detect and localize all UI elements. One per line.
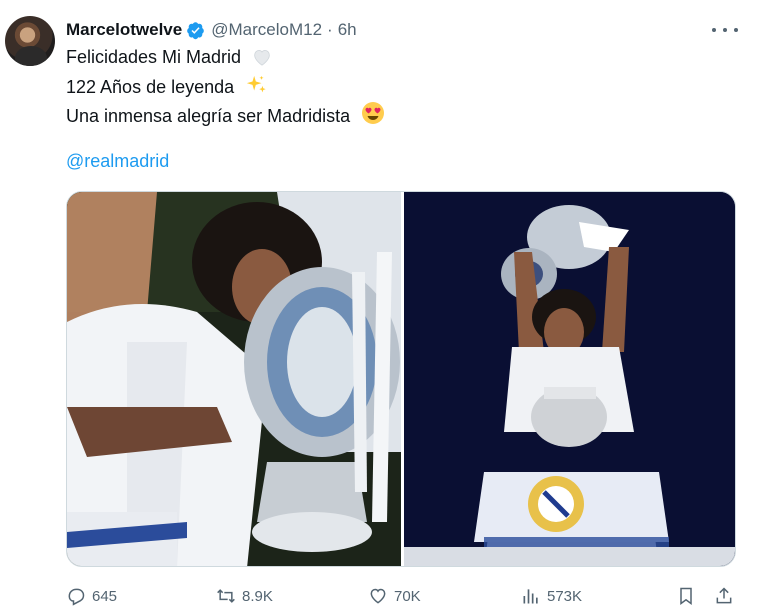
sparkles-icon <box>247 75 266 93</box>
like-count: 70K <box>394 587 421 605</box>
retweet-count: 8.9K <box>242 587 273 605</box>
tweet-header: Marcelotwelve @MarceloM12 · 6h <box>66 18 357 42</box>
bar-chart-icon <box>523 589 538 604</box>
tweet-text: 122 Años de leyenda <box>66 77 235 97</box>
views-count: 573K <box>547 587 583 605</box>
user-handle[interactable]: @MarceloM12 <box>211 20 322 40</box>
trophy-celebration-image <box>404 192 735 566</box>
tweet-text-line-2: 122 Años de leyenda <box>66 74 267 98</box>
trophy-kiss-photo[interactable] <box>67 192 401 566</box>
verified-badge-icon <box>187 21 205 39</box>
tweet-text-line-3: Una inmensa alegría ser Madridista <box>66 101 385 127</box>
display-name[interactable]: Marcelotwelve <box>66 20 182 40</box>
tweet[interactable]: Marcelotwelve @MarceloM12 · 6h Felicidad… <box>0 0 768 610</box>
tweet-text: Felicidades Mi Madrid <box>66 47 242 67</box>
separator-dot: · <box>327 20 333 39</box>
views-button[interactable]: 573K <box>521 586 582 606</box>
tweet-actions: 645 8.9K 70K 573K <box>66 586 738 610</box>
reply-icon <box>68 588 85 606</box>
bookmark-button[interactable] <box>676 586 702 606</box>
timestamp[interactable]: 6h <box>338 20 357 40</box>
reply-count: 645 <box>92 587 118 605</box>
bookmark-icon <box>680 587 692 605</box>
avatar[interactable] <box>5 16 55 66</box>
retweet-button[interactable]: 8.9K <box>216 586 273 606</box>
tweet-text: Una inmensa alegría ser Madridista <box>66 106 351 126</box>
mention-link[interactable]: @realmadrid <box>66 151 169 172</box>
media-grid[interactable] <box>66 191 736 567</box>
more-options-icon[interactable] <box>712 20 738 40</box>
trophy-celebration-photo[interactable] <box>404 192 735 566</box>
share-button[interactable] <box>714 586 740 606</box>
heart-icon <box>370 588 386 604</box>
reply-button[interactable]: 645 <box>66 586 117 606</box>
heart-eyes-icon <box>362 102 385 124</box>
retweet-icon <box>217 589 235 603</box>
tweet-text-line-1: Felicidades Mi Madrid <box>66 47 272 68</box>
share-icon <box>716 587 732 604</box>
white-heart-icon <box>254 50 270 66</box>
like-button[interactable]: 70K <box>368 586 421 606</box>
trophy-kiss-image <box>67 192 401 566</box>
